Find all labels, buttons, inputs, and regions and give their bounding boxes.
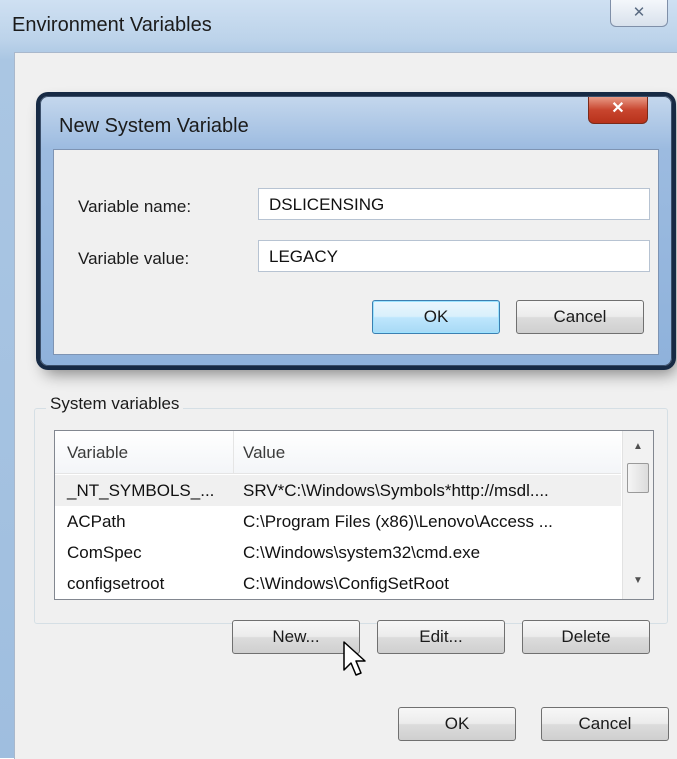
cancel-button[interactable]: Cancel — [541, 707, 669, 741]
variable-name-label: Variable name: — [78, 197, 192, 216]
new-variable-button[interactable]: New... — [232, 620, 360, 654]
dialog-cancel-button[interactable]: Cancel — [516, 300, 644, 334]
table-row[interactable]: ComSpec C:\Windows\system32\cmd.exe — [55, 537, 621, 568]
dialog-close-button[interactable]: ✕ — [588, 97, 648, 124]
dialog-title: New System Variable — [59, 115, 249, 137]
row-value: SRV*C:\Windows\Symbols*http://msdl.... — [243, 481, 549, 500]
scroll-down-icon[interactable]: ▼ — [623, 567, 653, 595]
window-close-button[interactable]: ✕ — [610, 0, 668, 27]
system-variables-label: System variables — [46, 394, 184, 414]
table-row[interactable]: configsetroot C:\Windows\ConfigSetRoot — [55, 568, 621, 599]
column-separator[interactable] — [233, 431, 234, 473]
variable-value-input[interactable]: LEGACY — [258, 240, 650, 272]
delete-variable-button[interactable]: Delete — [522, 620, 650, 654]
variable-value-label: Variable value: — [78, 249, 190, 268]
row-variable: _NT_SYMBOLS_... — [67, 481, 215, 500]
dialog-client-area: Variable name: DSLICENSING Variable valu… — [53, 149, 659, 355]
row-variable: configsetroot — [67, 574, 165, 593]
scrollbar-thumb[interactable] — [627, 463, 649, 493]
ok-button[interactable]: OK — [398, 707, 516, 741]
edit-variable-button[interactable]: Edit... — [377, 620, 505, 654]
table-row[interactable]: ACPath C:\Program Files (x86)\Lenovo\Acc… — [55, 506, 621, 537]
row-value: C:\Program Files (x86)\Lenovo\Access ... — [243, 512, 553, 531]
system-variables-list[interactable]: Variable Value _NT_SYMBOLS_... SRV*C:\Wi… — [54, 430, 654, 600]
table-row[interactable]: _NT_SYMBOLS_... SRV*C:\Windows\Symbols*h… — [55, 475, 621, 506]
mouse-cursor-icon — [343, 641, 366, 676]
column-header-value[interactable]: Value — [243, 443, 285, 463]
row-variable: ComSpec — [67, 543, 142, 562]
new-system-variable-dialog: New System Variable ✕ Variable name: DSL… — [40, 96, 672, 366]
row-value: C:\Windows\system32\cmd.exe — [243, 543, 481, 562]
dialog-ok-button[interactable]: OK — [372, 300, 500, 334]
vertical-scrollbar[interactable]: ▲ ▼ — [622, 431, 653, 599]
row-value: C:\Windows\ConfigSetRoot — [243, 574, 449, 593]
row-variable: ACPath — [67, 512, 126, 531]
scroll-up-icon[interactable]: ▲ — [623, 433, 653, 461]
column-header-variable[interactable]: Variable — [67, 443, 128, 463]
variable-name-input[interactable]: DSLICENSING — [258, 188, 650, 220]
window-title: Environment Variables — [12, 14, 212, 36]
list-header: Variable Value — [55, 431, 621, 474]
